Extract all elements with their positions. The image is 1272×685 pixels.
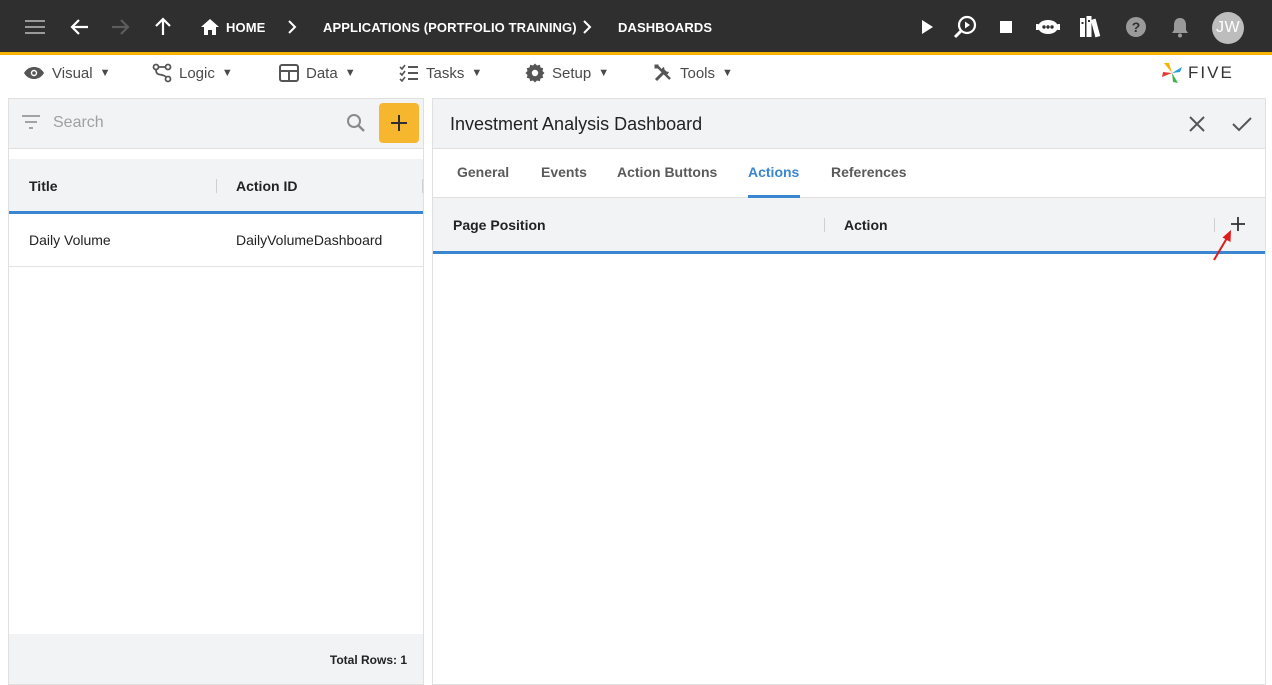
column-header-page-position[interactable]: Page Position [453,217,546,233]
detail-tabs: General Events Action Buttons Actions Re… [433,149,1265,198]
column-divider[interactable] [824,218,825,232]
tab-general[interactable]: General [457,164,509,180]
five-logo-text: FIVE [1188,63,1234,82]
menu-logic-label: Logic [179,64,215,82]
cell-action-id: DailyVolumeDashboard [236,232,383,248]
close-button[interactable] [1185,112,1209,136]
menu-data[interactable]: Data ▼ [279,62,356,84]
play-icon[interactable] [914,14,940,40]
search-input[interactable] [53,111,333,135]
search-bar [9,99,423,149]
menu-tools-label: Tools [680,64,716,82]
caret-down-icon: ▼ [598,67,610,79]
menu-tools[interactable]: Tools ▼ [653,62,733,84]
column-header-title[interactable]: Title [29,178,58,194]
menu-setup[interactable]: Setup ▼ [525,62,609,84]
top-bar: HOME APPLICATIONS (PORTFOLIO TRAINING) D… [0,0,1272,55]
filter-icon[interactable] [21,114,41,135]
caret-down-icon: ▼ [722,67,733,79]
cell-title: Daily Volume [29,232,111,248]
detail-title-bar: Investment Analysis Dashboard [433,99,1265,149]
tab-events[interactable]: Events [541,164,587,180]
five-logo: FIVE [1160,60,1234,86]
list-panel: Title Action ID Daily Volume DailyVolume… [8,98,424,685]
stop-icon[interactable] [993,14,1019,40]
tab-references[interactable]: References [831,164,907,180]
caret-down-icon: ▼ [344,67,356,79]
eye-icon [24,67,44,79]
list-footer: Total Rows: 1 [9,634,423,684]
breadcrumb-applications[interactable]: APPLICATIONS (PORTFOLIO TRAINING) [323,20,577,35]
breadcrumb-home[interactable]: HOME [226,20,265,35]
five-logo-mark-icon [1162,63,1182,83]
tasks-icon [399,64,418,82]
caret-down-icon: ▼ [471,67,483,79]
debug-search-icon[interactable] [953,14,979,40]
menu-visual-label: Visual [52,64,93,82]
help-icon[interactable]: ? [1123,14,1149,40]
user-avatar[interactable]: JW [1212,12,1244,44]
hamburger-menu-icon[interactable] [22,14,48,40]
close-icon [1189,116,1205,132]
caret-down-icon: ▼ [221,67,233,79]
home-icon[interactable] [197,14,223,40]
menu-tasks-label: Tasks [426,64,465,82]
search-icon[interactable] [346,113,366,138]
annotation-arrow-icon [1210,226,1236,267]
check-icon [1232,117,1252,132]
notification-bell-icon[interactable] [1167,14,1193,40]
library-books-icon[interactable] [1078,14,1104,40]
gear-icon [525,63,545,83]
tools-icon [654,64,671,82]
svg-text:?: ? [1132,19,1141,35]
back-arrow-icon[interactable] [67,14,93,40]
tab-actions[interactable]: Actions [748,164,799,180]
menu-data-label: Data [306,64,338,82]
actions-grid-header: Page Position Action [433,198,1265,254]
chevron-right-icon [286,17,298,42]
tab-action-buttons[interactable]: Action Buttons [617,164,717,180]
total-rows-count: Total Rows: 1 [329,653,407,667]
main-menu-bar: Visual ▼ Logic ▼ Data ▼ Tasks ▼ Setup ▼ … [0,55,1272,92]
menu-tasks[interactable]: Tasks ▼ [399,62,482,84]
menu-logic[interactable]: Logic ▼ [152,62,233,84]
caret-down-icon: ▼ [99,67,111,79]
chatbot-icon[interactable] [1035,14,1061,40]
logic-icon [152,63,172,83]
chevron-right-icon [581,17,593,42]
breadcrumb-dashboards[interactable]: DASHBOARDS [618,20,712,35]
column-header-action[interactable]: Action [844,217,888,233]
table-row[interactable]: Daily Volume DailyVolumeDashboard [9,217,423,267]
plus-icon [391,115,407,131]
forward-arrow-icon[interactable] [107,14,133,40]
page-title: Investment Analysis Dashboard [450,114,703,134]
add-record-button[interactable] [379,103,419,143]
column-header-action-id[interactable]: Action ID [236,178,297,194]
column-divider[interactable] [216,179,217,193]
detail-panel: Investment Analysis Dashboard General Ev… [432,98,1266,685]
list-table-header: Title Action ID [9,159,423,214]
menu-visual[interactable]: Visual ▼ [23,62,110,84]
table-icon [279,64,299,82]
save-button[interactable] [1230,112,1254,136]
menu-setup-label: Setup [552,64,592,82]
column-divider[interactable] [422,179,423,193]
up-arrow-icon[interactable] [150,14,176,40]
